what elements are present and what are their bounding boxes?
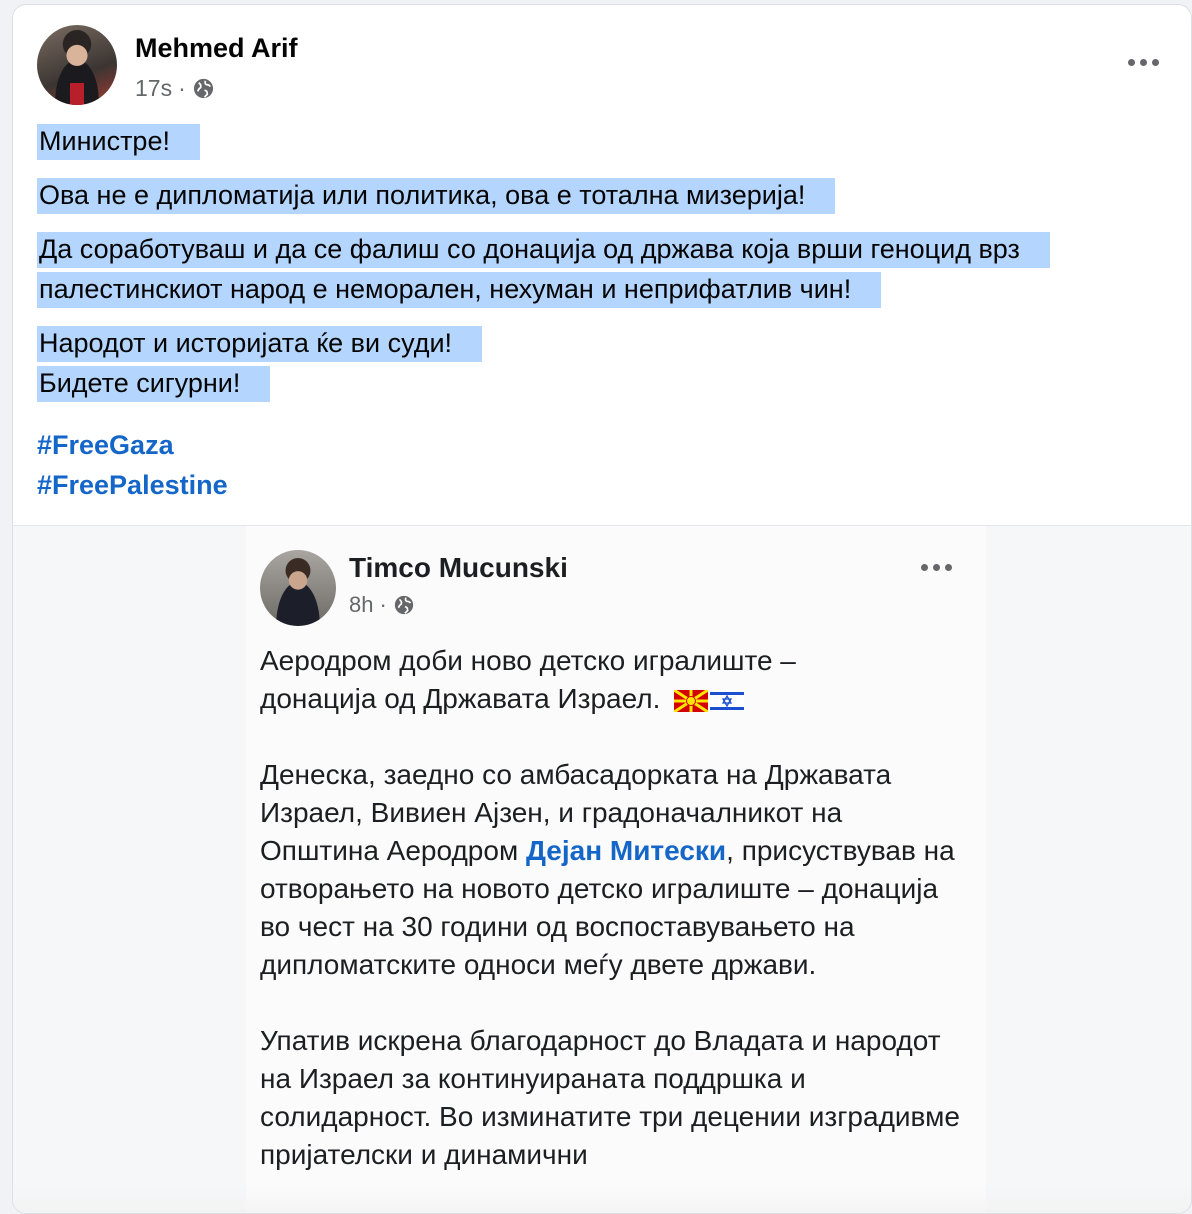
post-card: Mehmed Arif 17s · Министре! Ова не е дип… <box>12 4 1192 1214</box>
post-paragraph: Да соработуваш и да се фалиш со донација… <box>37 232 1050 308</box>
post-paragraph: Министре! <box>37 124 200 160</box>
macedonia-flag-icon <box>674 689 709 712</box>
author-avatar[interactable] <box>37 25 117 105</box>
shared-post-time: 8h <box>349 592 374 617</box>
post-paragraph: Ова не е дипломатија или политика, ова е… <box>37 178 836 214</box>
shared-author-avatar <box>260 550 336 626</box>
hashtag-link[interactable]: #FreePalestine <box>37 465 228 505</box>
meta-separator: · <box>178 75 186 101</box>
globe-icon <box>193 78 213 99</box>
mention-link: Дејан Митески <box>525 835 727 866</box>
israel-flag-icon <box>710 689 745 712</box>
author-name[interactable]: Mehmed Arif <box>135 33 298 64</box>
hashtag-link[interactable]: #FreeGaza <box>37 425 228 465</box>
post-body: Министре! Ова не е дипломатија или полит… <box>37 121 1177 417</box>
shared-post: Timco Mucunski 8h · Аеродром доби ново д… <box>246 526 986 1213</box>
shared-post-line: Аеродром доби ново детско игралиште – <box>260 645 796 676</box>
post-time[interactable]: 17s <box>135 75 172 102</box>
post-paragraph-line: Народот и историјата ќе ви суди! <box>37 326 483 362</box>
shared-post-meta: 8h · <box>349 592 415 618</box>
post-meta: 17s · <box>135 75 215 102</box>
more-options-button[interactable] <box>1128 59 1159 66</box>
shared-screenshot[interactable]: Timco Mucunski 8h · Аеродром доби ново д… <box>13 526 1191 1213</box>
post-header: Mehmed Arif 17s · <box>37 25 1177 109</box>
shared-post-body: Аеродром доби ново детско игралиште – до… <box>260 642 960 1212</box>
shared-author-name: Timco Mucunski <box>349 552 568 583</box>
globe-icon <box>394 595 413 615</box>
shared-post-text: Упатив искрена благодарност до Владата и… <box>260 1025 960 1170</box>
post-paragraph-line: Бидете сигурни! <box>37 366 271 402</box>
meta-separator: · <box>379 592 387 617</box>
shared-post-line: донација од Државата Израел. <box>260 683 661 714</box>
bottom-fade <box>13 1186 1191 1213</box>
more-options-icon <box>921 564 952 571</box>
hashtag-list: #FreeGaza #FreePalestine <box>37 425 228 505</box>
